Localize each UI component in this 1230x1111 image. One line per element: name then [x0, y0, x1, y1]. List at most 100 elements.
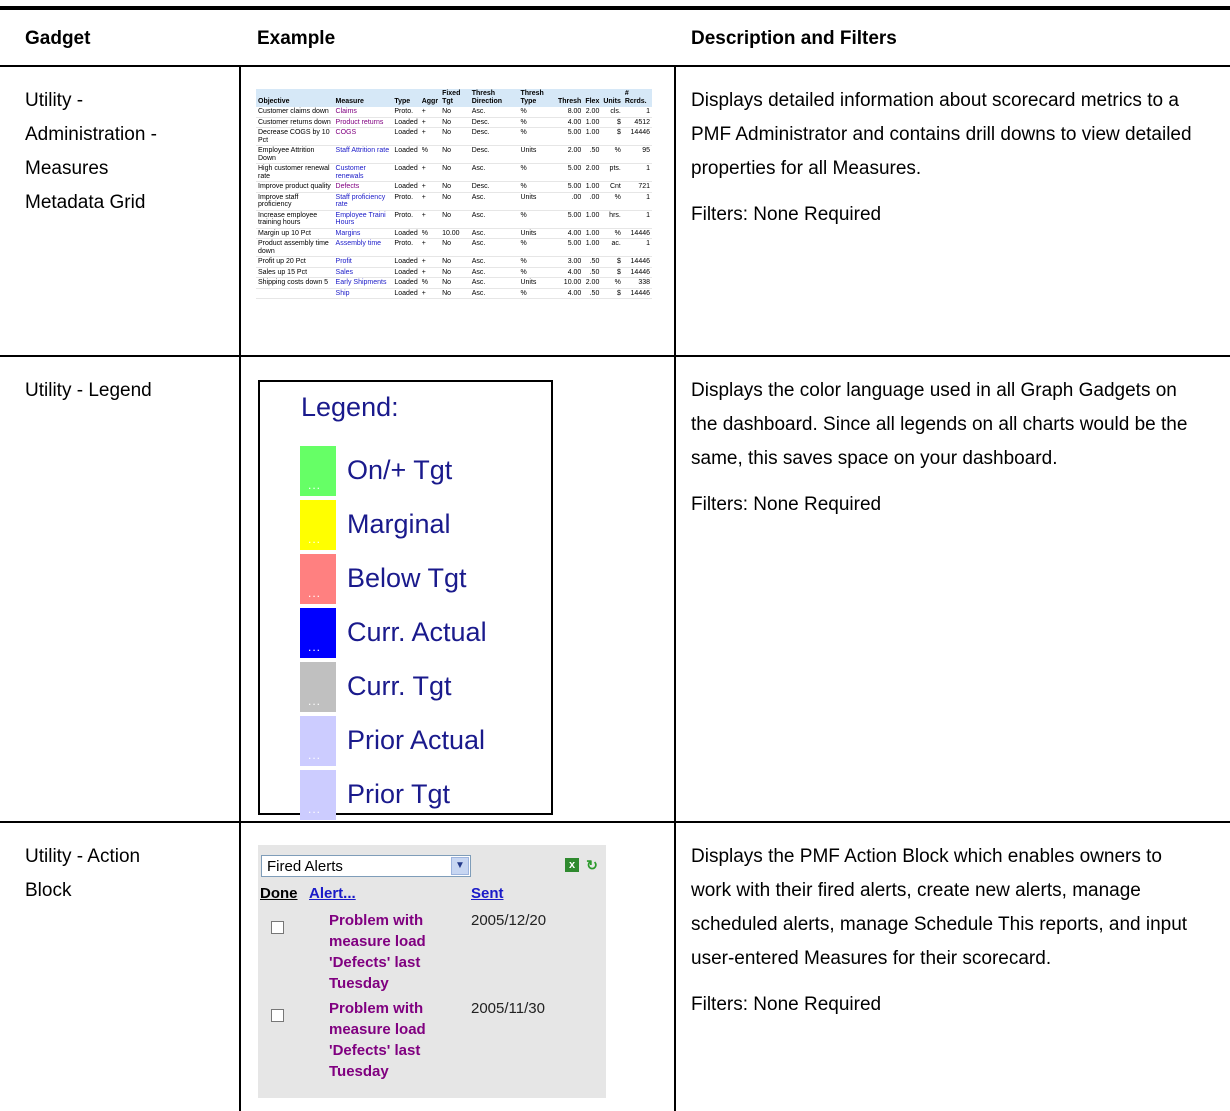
legend-swatch-text: ...: [308, 478, 322, 492]
grid-cell: .00: [583, 192, 602, 211]
legend-swatch: ...: [300, 770, 336, 820]
alert-column-header[interactable]: Alert...: [309, 885, 356, 902]
measure-link[interactable]: Early Shipments: [333, 277, 393, 289]
alert-done-checkbox[interactable]: [271, 921, 284, 934]
legend-item: ... Prior Actual: [300, 716, 540, 766]
grid-row: Customer claims down Claims Proto. + No Asc.%…: [256, 107, 652, 118]
header-gadget: Gadget: [25, 28, 91, 49]
grid-cell: 4.00: [555, 288, 584, 299]
grid-cell: Units: [518, 277, 556, 289]
measure-link[interactable]: Product returns: [333, 117, 393, 128]
grid-cell: 14446: [622, 288, 652, 299]
grid-cell: Margin up 10 Pct: [256, 228, 334, 239]
grid-cell: pts.: [601, 163, 623, 182]
alert-sent-date: 2005/12/20: [471, 912, 547, 929]
grid-cell: Asc.: [469, 210, 519, 229]
refresh-icon[interactable]: ↻: [585, 858, 599, 872]
grid-cell: No: [440, 267, 470, 278]
legend-item: ... Marginal: [300, 500, 540, 550]
grid-cell: No: [440, 163, 470, 182]
grid-cell: .50: [583, 256, 602, 268]
grid-cell: +: [419, 210, 441, 229]
grid-row: Ship Loaded + No Asc.% 4.00.50 $14446: [256, 288, 652, 299]
measure-link[interactable]: Defects: [333, 181, 393, 193]
alert-link[interactable]: Problem with measure load 'Defects' last…: [329, 998, 469, 1082]
measure-link[interactable]: Profit: [333, 256, 393, 268]
metadata-grid: Objective Measure Type Aggr Fixed Tgt Th…: [256, 89, 652, 299]
table-top-rule: [0, 6, 1230, 10]
grid-row: Improve staff proficiency Staff proficien…: [256, 192, 652, 211]
grid-row: High customer renewal rate Customer renew…: [256, 163, 652, 182]
grid-cell: 1.00: [583, 181, 602, 193]
grid-cell: Product assembly time down: [256, 238, 334, 257]
measure-link[interactable]: Staff proficiency rate: [333, 192, 393, 211]
grid-row: Decrease COGS by 10 Pct COGS Loaded + No Desc…: [256, 127, 652, 146]
alert-type-select[interactable]: Fired Alerts ▼: [261, 855, 471, 877]
measure-link[interactable]: Ship: [333, 288, 393, 299]
excel-export-icon[interactable]: x: [565, 858, 579, 872]
description-text: Displays detailed information about scor…: [691, 90, 1192, 179]
grid-cell: $: [601, 288, 623, 299]
action-block: Fired Alerts ▼ x ↻ Done Alert... Sent Pr…: [258, 845, 606, 1098]
grid-cell: Asc.: [469, 277, 519, 289]
row-divider: [0, 821, 1230, 823]
measure-link[interactable]: COGS: [333, 127, 393, 146]
alert-link[interactable]: Problem with measure load 'Defects' last…: [329, 910, 469, 994]
grid-cell: 14446: [622, 267, 652, 278]
grid-cell: 14446: [622, 127, 652, 146]
grid-cell: +: [419, 181, 441, 193]
alert-done-checkbox[interactable]: [271, 1009, 284, 1022]
grid-cell: Loaded: [392, 277, 420, 289]
grid-cell: Loaded: [392, 228, 420, 239]
grid-cell: Asc.: [469, 288, 519, 299]
description-text: Displays the color language used in all …: [691, 380, 1188, 469]
legend-swatch-text: ...: [308, 532, 322, 546]
grid-cell: 1: [622, 107, 652, 118]
measure-link[interactable]: Sales: [333, 267, 393, 278]
grid-cell: +: [419, 288, 441, 299]
grid-cell: 5.00: [555, 210, 584, 229]
grid-cell: 1.00: [583, 210, 602, 229]
grid-cell: Asc.: [469, 256, 519, 268]
grid-cell: 5.00: [555, 238, 584, 257]
grid-row: Improve product quality Defects Loaded + No D…: [256, 181, 652, 193]
grid-cell: $: [601, 127, 623, 146]
gadget-name-line: Utility - Legend: [25, 380, 152, 401]
filters-text: Filters: None Required: [691, 204, 882, 225]
measure-link[interactable]: Employee Traini Hours: [333, 210, 393, 229]
measure-link[interactable]: Staff Attrition rate: [333, 145, 393, 164]
measure-link[interactable]: Assembly time: [333, 238, 393, 257]
grid-cell: %: [601, 145, 623, 164]
legend-label: Curr. Actual: [347, 617, 487, 647]
grid-cell: Loaded: [392, 181, 420, 193]
grid-cell: 1.00: [583, 127, 602, 146]
grid-cell: Desc.: [469, 127, 519, 146]
measure-link[interactable]: Customer renewals: [333, 163, 393, 182]
grid-cell: +: [419, 238, 441, 257]
sent-column-header[interactable]: Sent: [471, 885, 504, 902]
grid-cell: %: [518, 163, 556, 182]
grid-cell: 1: [622, 238, 652, 257]
legend-swatch: ...: [300, 716, 336, 766]
grid-cell: 2.00: [555, 145, 584, 164]
grid-cell: 1.00: [583, 228, 602, 239]
grid-cell: 2.00: [583, 277, 602, 289]
grid-cell: +: [419, 107, 441, 118]
legend-swatch-text: ...: [308, 694, 322, 708]
grid-cell: %: [601, 228, 623, 239]
measure-link[interactable]: Margins: [333, 228, 393, 239]
grid-cell: %: [518, 181, 556, 193]
grid-cell: 14446: [622, 256, 652, 268]
grid-cell: %: [518, 117, 556, 128]
legend-swatch-text: ...: [308, 640, 322, 654]
legend-item: ... Curr. Tgt: [300, 662, 540, 712]
grid-cell: Cnt: [601, 181, 623, 193]
grid-cell: No: [440, 210, 470, 229]
legend-swatch-text: ...: [308, 802, 322, 816]
alert-type-select-value: Fired Alerts: [267, 858, 343, 875]
gadget-description: Displays detailed information about scor…: [691, 84, 1201, 244]
measure-link[interactable]: Claims: [333, 107, 393, 118]
grid-cell: +: [419, 267, 441, 278]
chevron-down-icon[interactable]: ▼: [451, 857, 469, 875]
grid-cell: 5.00: [555, 163, 584, 182]
